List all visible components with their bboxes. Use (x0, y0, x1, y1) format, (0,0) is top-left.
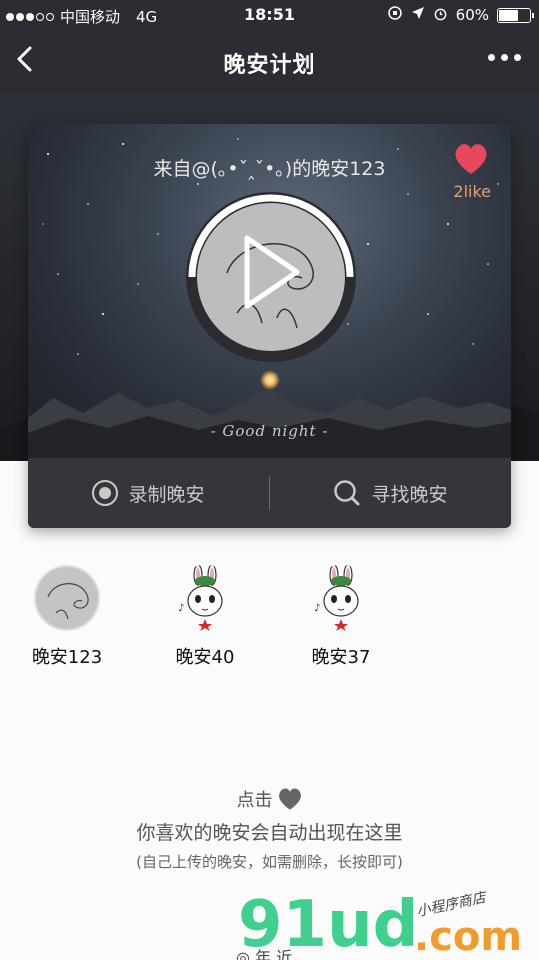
svg-text:♪: ♪ (178, 603, 184, 614)
more-icon[interactable] (488, 54, 521, 61)
item-name: 晚安40 (175, 647, 235, 668)
record-button[interactable]: 录制晚安 (28, 458, 269, 528)
audio-player[interactable] (186, 192, 356, 362)
hint-line-3: (自己上传的晚安，如需删除，长按即可) (136, 853, 403, 871)
find-label: 寻找晚安 (371, 483, 448, 506)
item-name: 晚安37 (311, 647, 371, 668)
list-item[interactable]: 晚安123 (12, 565, 122, 675)
record-label: 录制晚安 (128, 483, 205, 506)
find-button[interactable]: 寻找晚安 (270, 458, 511, 528)
card-actions: 录制晚安 寻找晚安 (28, 458, 511, 528)
battery-icon (497, 7, 534, 23)
search-icon (334, 480, 360, 506)
rotation-lock-icon (387, 5, 403, 25)
star-glow (260, 370, 280, 390)
heart-outline-icon (278, 788, 301, 810)
play-icon[interactable] (235, 232, 305, 312)
status-bar: 中国移动 4G 18:51 60% (0, 0, 539, 30)
goodnight-card: 来自@(｡•ˇ‸ˇ•｡)的晚安123 2like - Good night - (28, 124, 511, 528)
avatar: ♪ (172, 565, 238, 631)
goodnight-list: 晚安123 ♪ 晚安40 ♪ 晚安37 (22, 565, 522, 675)
like-count: 2like (453, 182, 491, 201)
alarm-icon (433, 6, 448, 25)
status-right: 60% (387, 5, 534, 25)
watermark-com: .com (414, 914, 523, 960)
record-icon (92, 480, 119, 506)
avatar (34, 565, 100, 631)
top-bar: 中国移动 4G 18:51 60% 晚安计划 (0, 0, 539, 93)
svg-text:♪: ♪ (314, 603, 320, 614)
page-title: 晚安计划 (223, 53, 316, 78)
item-name: 晚安123 (31, 647, 103, 668)
from-text: 来自@(｡•ˇ‸ˇ•｡)的晚安123 (153, 158, 386, 180)
heart-icon[interactable] (453, 142, 489, 176)
empty-hint: 点击 你喜欢的晚安会自动出现在这里 (自己上传的晚安，如需删除，长按即可) (0, 786, 539, 872)
hint-line-1: 点击 (0, 786, 539, 812)
hint-click: 点击 (236, 790, 273, 811)
location-icon (411, 6, 425, 24)
list-item[interactable]: ♪ 晚安37 (286, 565, 396, 675)
night-sky-image: 来自@(｡•ˇ‸ˇ•｡)的晚安123 2like - Good night - (28, 124, 511, 458)
avatar: ♪ (308, 565, 374, 631)
goodnight-overlay: - Good night - (210, 422, 329, 440)
hint-line-2: 你喜欢的晚安会自动出现在这里 (136, 822, 403, 844)
bottom-cut-text: ◎ 年 近 (236, 948, 293, 960)
nav-bar: 晚安计划 (0, 34, 539, 90)
battery-percent: 60% (455, 6, 489, 24)
list-item[interactable]: ♪ 晚安40 (150, 565, 260, 675)
